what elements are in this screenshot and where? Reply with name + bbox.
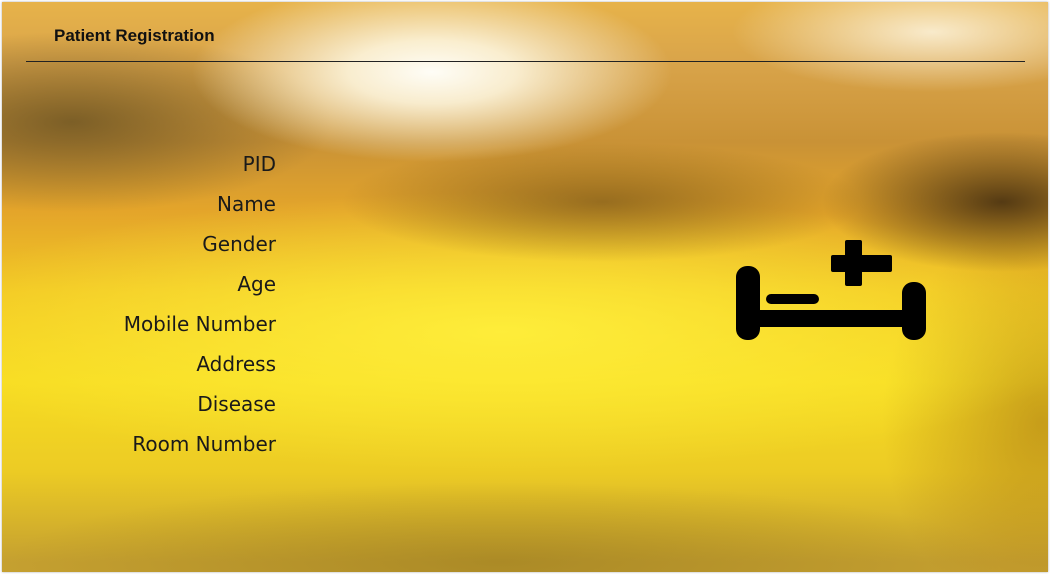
hospital-bed-icon: [736, 240, 926, 340]
page-title: Patient Registration: [54, 26, 215, 45]
patient-registration-window: Patient Registration PID Name Gender Age…: [2, 2, 1048, 572]
label-disease: Disease: [197, 392, 276, 416]
label-mobile-number: Mobile Number: [123, 312, 276, 336]
header: Patient Registration: [26, 2, 1025, 62]
form-labels: PID Name Gender Age Mobile Number Addres…: [16, 150, 276, 470]
label-pid: PID: [242, 152, 276, 176]
label-age: Age: [237, 272, 276, 296]
label-room-number: Room Number: [132, 432, 276, 456]
label-gender: Gender: [202, 232, 276, 256]
label-name: Name: [216, 192, 276, 216]
label-address: Address: [196, 352, 276, 376]
